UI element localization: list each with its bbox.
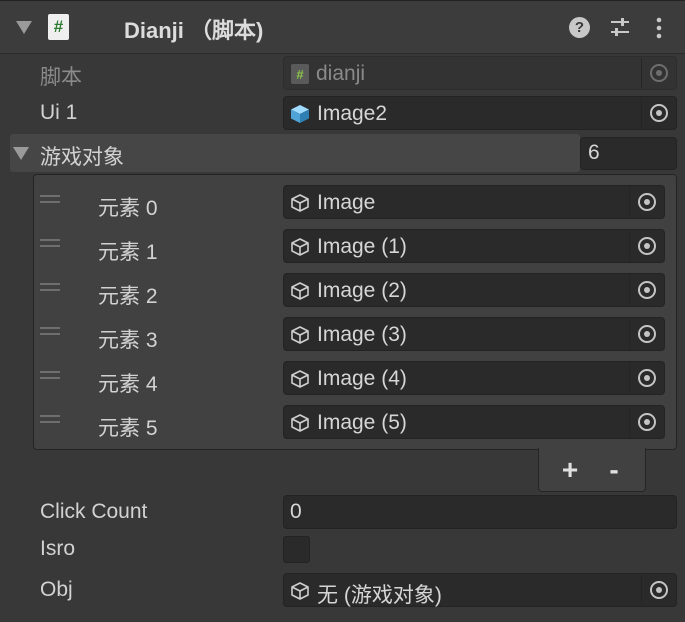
prefab-cube-icon bbox=[291, 105, 309, 123]
click-count-field[interactable]: 0 bbox=[283, 495, 677, 529]
object-picker-icon bbox=[637, 237, 656, 255]
drag-handle-icon[interactable] bbox=[40, 239, 60, 247]
gameobject-cube-icon bbox=[291, 326, 309, 344]
object-picker[interactable] bbox=[629, 187, 663, 217]
object-picker-icon bbox=[649, 104, 668, 122]
isro-checkbox[interactable] bbox=[283, 536, 310, 563]
ui1-label: Ui 1 bbox=[40, 101, 78, 124]
list-item-value: Image (2) bbox=[317, 279, 407, 302]
script-label: 脚本 bbox=[40, 66, 82, 89]
gameobject-cube-icon bbox=[291, 194, 309, 212]
array-label: 游戏对象 bbox=[40, 146, 124, 169]
object-picker[interactable] bbox=[629, 231, 663, 261]
presets-sliders-icon[interactable] bbox=[609, 16, 631, 38]
remove-element-button[interactable]: - bbox=[599, 455, 629, 485]
list-item-label: 元素 1 bbox=[98, 241, 158, 264]
object-picker-icon bbox=[649, 64, 668, 82]
script-file-icon: # bbox=[48, 14, 69, 40]
obj-label: Obj bbox=[40, 578, 73, 601]
gameobject-cube-icon bbox=[291, 414, 309, 432]
click-count-label: Click Count bbox=[40, 500, 148, 523]
array-size-field[interactable]: 6 bbox=[580, 137, 677, 170]
gameobject-cube-icon bbox=[291, 282, 309, 300]
script-asset-icon: # bbox=[291, 64, 309, 84]
list-item-value: Image bbox=[317, 191, 376, 214]
gameobject-cube-icon bbox=[291, 238, 309, 256]
obj-object-picker[interactable] bbox=[641, 575, 675, 605]
object-picker[interactable] bbox=[629, 275, 663, 305]
drag-handle-icon[interactable] bbox=[40, 415, 60, 423]
object-picker-icon bbox=[649, 581, 668, 599]
list-item-label: 元素 5 bbox=[98, 417, 158, 440]
array-foldout-arrow-icon[interactable] bbox=[13, 147, 29, 160]
drag-handle-icon[interactable] bbox=[40, 283, 60, 291]
script-object-picker bbox=[641, 58, 675, 88]
list-item-label: 元素 3 bbox=[98, 329, 158, 352]
object-picker-icon bbox=[637, 413, 656, 431]
list-item-field[interactable]: Image (1) bbox=[283, 229, 665, 263]
list-item-value: Image (3) bbox=[317, 323, 407, 346]
list-item-label: 元素 0 bbox=[98, 197, 158, 220]
list-item-value: Image (5) bbox=[317, 411, 407, 434]
ui1-field[interactable]: Image2 bbox=[283, 96, 677, 130]
drag-handle-icon[interactable] bbox=[40, 327, 60, 335]
ui1-field-value: Image2 bbox=[317, 102, 388, 125]
object-picker[interactable] bbox=[629, 363, 663, 393]
object-picker[interactable] bbox=[629, 407, 663, 437]
list-item-field[interactable]: Image (2) bbox=[283, 273, 665, 307]
help-icon[interactable]: ? bbox=[569, 17, 590, 38]
object-picker-icon bbox=[637, 193, 656, 211]
gameobject-cube-icon bbox=[291, 582, 309, 600]
object-picker[interactable] bbox=[629, 319, 663, 349]
ui1-object-picker[interactable] bbox=[641, 98, 675, 128]
add-element-button[interactable]: + bbox=[555, 455, 585, 485]
script-field-value: dianji bbox=[316, 62, 366, 85]
obj-field[interactable]: 无 (游戏对象) bbox=[283, 573, 677, 607]
list-item-field[interactable]: Image (4) bbox=[283, 361, 665, 395]
foldout-arrow-icon[interactable] bbox=[16, 21, 32, 34]
drag-handle-icon[interactable] bbox=[40, 195, 60, 203]
object-picker-icon bbox=[637, 281, 656, 299]
obj-field-value: 无 (游戏对象) bbox=[317, 584, 442, 607]
list-item-field[interactable]: Image bbox=[283, 185, 665, 219]
script-field: # dianji bbox=[283, 56, 677, 90]
object-picker-icon bbox=[637, 369, 656, 387]
list-item-value: Image (4) bbox=[317, 367, 407, 390]
component-title: Dianji （脚本) bbox=[124, 18, 264, 43]
list-item-label: 元素 2 bbox=[98, 285, 158, 308]
list-item-value: Image (1) bbox=[317, 235, 407, 258]
list-item-field[interactable]: Image (3) bbox=[283, 317, 665, 351]
list-item-label: 元素 4 bbox=[98, 373, 158, 396]
more-options-icon[interactable] bbox=[652, 15, 666, 41]
list-item-field[interactable]: Image (5) bbox=[283, 405, 665, 439]
object-picker-icon bbox=[637, 325, 656, 343]
isro-label: Isro bbox=[40, 537, 76, 560]
gameobject-cube-icon bbox=[291, 370, 309, 388]
drag-handle-icon[interactable] bbox=[40, 371, 60, 379]
